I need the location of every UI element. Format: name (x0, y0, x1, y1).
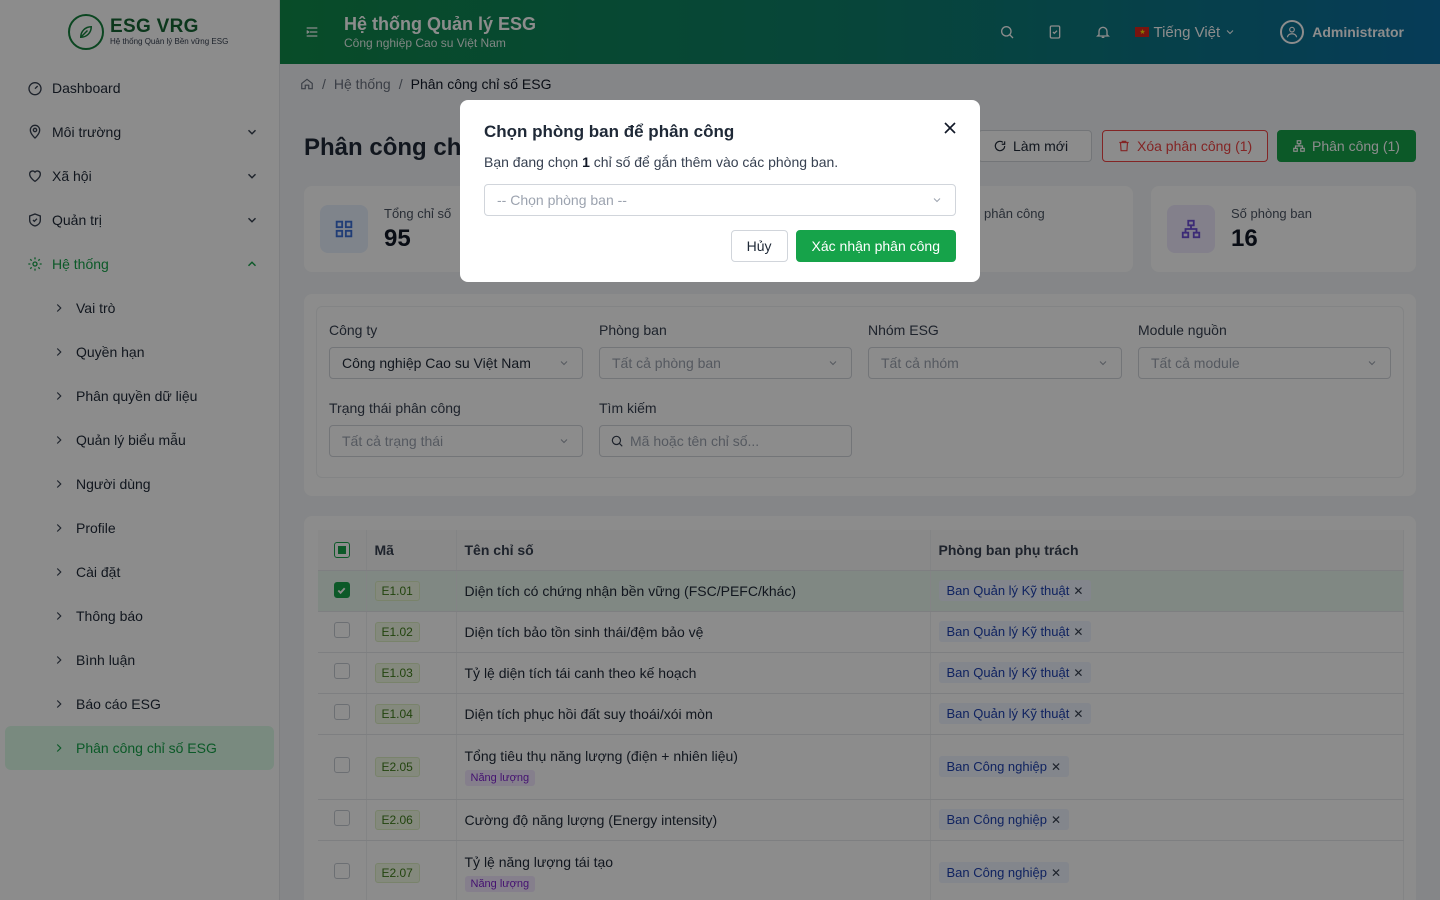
department-picker-placeholder: -- Chọn phòng ban -- (497, 192, 627, 208)
modal-title: Chọn phòng ban để phân công (484, 122, 735, 141)
department-picker[interactable]: -- Chọn phòng ban -- (484, 184, 956, 216)
modal-desc-after: chỉ số để gắn thêm vào các phòng ban. (589, 154, 839, 170)
chevron-down-icon (933, 198, 941, 203)
modal-desc-before: Bạn đang chọn (484, 154, 583, 170)
modal-description: Bạn đang chọn 1 chỉ số để gắn thêm vào c… (484, 154, 956, 170)
close-icon[interactable] (940, 118, 960, 138)
cancel-button[interactable]: Hủy (730, 230, 788, 262)
assign-department-modal: Chọn phòng ban để phân công Bạn đang chọ… (460, 100, 980, 282)
confirm-assign-button[interactable]: Xác nhận phân công (795, 230, 956, 262)
selected-count: 1 (582, 154, 590, 170)
